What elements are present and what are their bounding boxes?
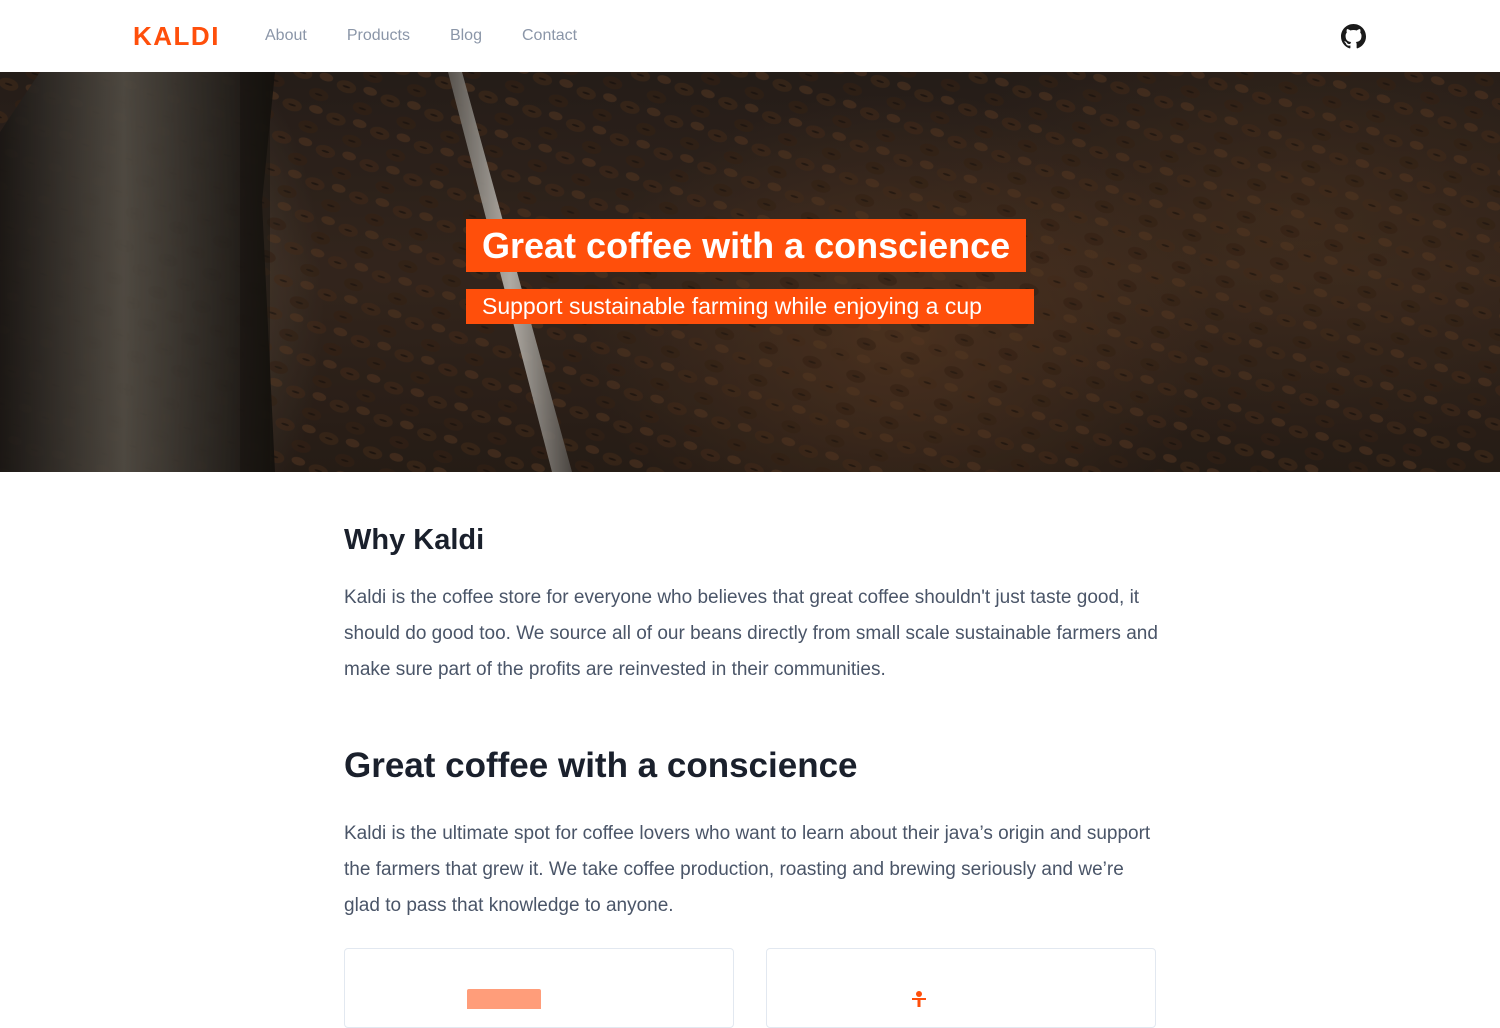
nav-links: About Products Blog Contact [265, 24, 617, 48]
why-kaldi-text: Kaldi is the coffee store for everyone w… [344, 587, 1158, 680]
kaldi-logo[interactable]: KALDI [133, 22, 220, 50]
hero-banner: Great coffee with a conscience Support s… [0, 72, 1500, 472]
github-icon[interactable] [1341, 24, 1366, 49]
section-text: Kaldi is the ultimate spot for coffee lo… [344, 823, 1151, 916]
nav-link-blog[interactable]: Blog [450, 24, 482, 48]
why-kaldi-heading: Why Kaldi [344, 524, 485, 556]
navbar: KALDI About Products Blog Contact [0, 0, 1500, 72]
main-content: Why Kaldi Kaldi is the coffee store for … [344, 520, 1158, 916]
hero-subtitle-box: Support sustainable farming while enjoyi… [466, 289, 1034, 324]
feature-card [344, 948, 734, 1028]
nav-link-products[interactable]: Products [347, 24, 410, 48]
section-heading: Great coffee with a conscience [344, 746, 858, 785]
coffee-beans-image [0, 72, 1500, 472]
coffee-bag-icon [467, 989, 541, 1009]
feature-card [766, 948, 1156, 1028]
hero-title-box: Great coffee with a conscience [466, 219, 1027, 272]
person-icon [912, 991, 926, 1007]
hero-title: Great coffee with a conscience [482, 225, 1011, 266]
nav-link-contact[interactable]: Contact [522, 24, 577, 48]
hero-subtitle: Support sustainable farming while enjoyi… [482, 293, 982, 319]
nav-link-about[interactable]: About [265, 24, 307, 48]
logo-text: KALDI [133, 21, 220, 51]
